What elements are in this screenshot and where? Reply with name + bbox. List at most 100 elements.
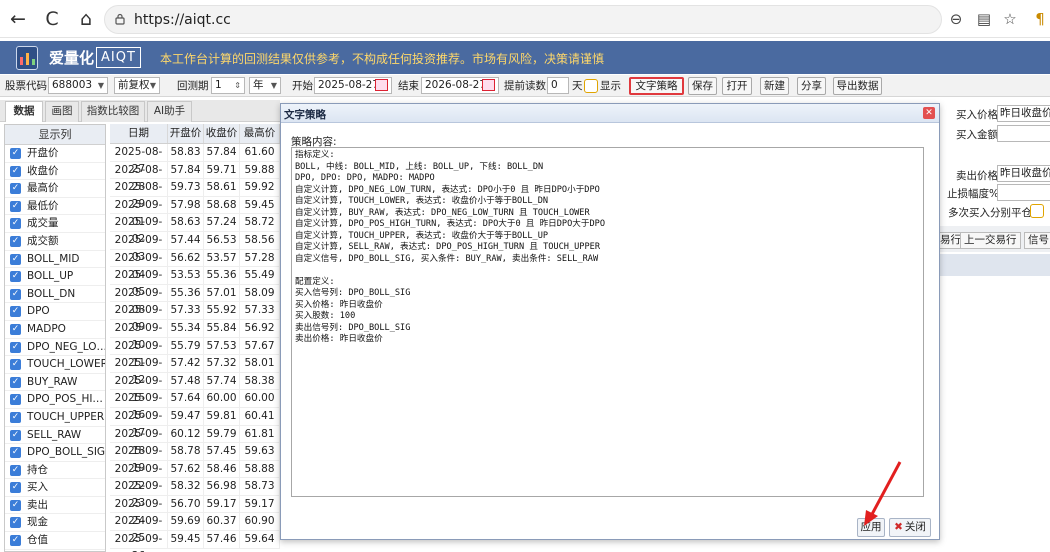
- column-header[interactable]: 收盘价: [204, 124, 240, 143]
- checkbox-checked-icon[interactable]: ✓: [10, 499, 21, 511]
- column-toggle-row[interactable]: ✓ DPO_NEG_LO…: [5, 339, 105, 357]
- preread-input[interactable]: 0: [547, 77, 569, 94]
- table-row[interactable]: 2025-09-24 56.70 59.17 59.17: [110, 495, 280, 527]
- checkbox-checked-icon[interactable]: ✓: [10, 376, 21, 388]
- checkbox-checked-icon[interactable]: ✓: [10, 394, 21, 406]
- prev-trade-button[interactable]: 上一交易行: [960, 232, 1021, 249]
- checkbox-checked-icon[interactable]: ✓: [10, 447, 21, 459]
- save-button[interactable]: 保存: [688, 77, 717, 95]
- table-row[interactable]: 2025-09-2659.4557.4659.64: [110, 531, 280, 552]
- zoom-icon[interactable]: ⊖: [946, 9, 966, 29]
- stock-code-select[interactable]: 688003 ▼: [48, 77, 108, 94]
- share-button[interactable]: 分享: [797, 77, 826, 95]
- checkbox-checked-icon[interactable]: ✓: [10, 464, 21, 476]
- column-header[interactable]: 日期: [110, 124, 168, 143]
- column-toggle-row[interactable]: ✓ 现金: [5, 514, 105, 533]
- signal-button[interactable]: 信号: [1024, 232, 1050, 249]
- multi-buy-checkbox[interactable]: [1030, 204, 1044, 218]
- column-toggle-row[interactable]: ✓ 买入: [5, 479, 105, 497]
- table-row[interactable]: 2025-09-23 58.32 56.98 58.73: [110, 478, 280, 509]
- buy-amount-input[interactable]: [997, 125, 1050, 142]
- period-stepper[interactable]: 1 ⇕: [211, 77, 245, 94]
- checkbox-checked-icon[interactable]: ✓: [10, 218, 21, 230]
- table-row[interactable]: 2025-09-25 59.69 60.37 60.90: [110, 513, 280, 544]
- column-toggle-row[interactable]: ✓ DPO_BOLL_SIG: [5, 444, 105, 462]
- column-toggle-row[interactable]: ✓ 持仓: [5, 462, 105, 480]
- close-icon[interactable]: ✕: [923, 107, 935, 119]
- column-toggle-row[interactable]: ✓ 成交额: [5, 233, 105, 251]
- checkbox-checked-icon[interactable]: ✓: [10, 183, 21, 195]
- checkbox-checked-icon[interactable]: ✓: [10, 165, 21, 177]
- checkbox-checked-icon[interactable]: ✓: [10, 429, 21, 441]
- text-strategy-button[interactable]: 文字策略: [629, 77, 684, 95]
- checkbox-checked-icon[interactable]: ✓: [10, 253, 21, 265]
- checkbox-checked-icon[interactable]: ✓: [10, 288, 21, 300]
- checkbox-checked-icon[interactable]: ✓: [10, 517, 21, 529]
- export-button[interactable]: 导出数据: [833, 77, 882, 95]
- checkbox-checked-icon[interactable]: ✓: [10, 271, 21, 283]
- home-icon[interactable]: ⌂: [74, 7, 98, 31]
- tab-chart[interactable]: 画图: [45, 101, 79, 122]
- table-row[interactable]: 2025-08-27 58.83 57.84 61.60: [110, 144, 280, 175]
- column-toggle-row[interactable]: ✓ DPO_POS_HI…: [5, 391, 105, 409]
- strategy-textarea[interactable]: 指标定义: BOLL, 中线: BOLL_MID, 上线: BOLL_UP, 下…: [291, 147, 924, 497]
- open-button[interactable]: 打开: [722, 77, 752, 95]
- checkbox-checked-icon[interactable]: ✓: [10, 359, 21, 371]
- show-checkbox[interactable]: [584, 79, 598, 93]
- extension-icon[interactable]: ¶: [1030, 9, 1050, 29]
- checkbox-checked-icon[interactable]: ✓: [10, 341, 21, 353]
- column-toggle-row[interactable]: ✓ TOUCH_UPPER: [5, 409, 105, 427]
- table-row[interactable]: 2025-09-17 59.47 59.81 60.41: [110, 407, 280, 439]
- column-toggle-row[interactable]: ✓ 最高价: [5, 180, 105, 198]
- column-toggle-row[interactable]: ✓ BUY_RAW: [5, 374, 105, 392]
- column-toggle-row[interactable]: ✓ DPO: [5, 303, 105, 321]
- table-row[interactable]: 2025-09-15 57.48 57.74 58.38: [110, 372, 280, 404]
- table-row[interactable]: 2025-09-12 57.42 57.32 58.01: [110, 355, 280, 386]
- column-toggle-row[interactable]: ✓ 开盘价: [5, 145, 105, 163]
- star-icon[interactable]: ☆: [1000, 9, 1020, 29]
- table-row[interactable]: 2025-09-19 58.78 57.45 59.63: [110, 443, 280, 474]
- reload-icon[interactable]: C: [40, 7, 64, 31]
- table-row[interactable]: 2025-08-28 57.84 59.71 59.88: [110, 161, 280, 193]
- checkbox-checked-icon[interactable]: ✓: [10, 235, 21, 247]
- table-row[interactable]: 2025-09-03 57.44 56.53 58.56: [110, 231, 280, 263]
- column-toggle-row[interactable]: ✓ 最低价: [5, 198, 105, 216]
- column-toggle-row[interactable]: ✓ TOUCH_LOWER: [5, 356, 105, 374]
- sell-price-select[interactable]: 昨日收盘价: [997, 165, 1050, 182]
- column-toggle-row[interactable]: ✓ BOLL_UP: [5, 268, 105, 286]
- column-toggle-row[interactable]: ✓ BOLL_DN: [5, 286, 105, 304]
- stop-loss-input[interactable]: [997, 184, 1050, 201]
- checkbox-checked-icon[interactable]: ✓: [10, 306, 21, 318]
- column-toggle-row[interactable]: ✓ SELL_RAW: [5, 427, 105, 445]
- adjust-select[interactable]: 前复权 ▼: [114, 77, 160, 94]
- table-row[interactable]: 2025-09-11 55.79 57.53 57.67: [110, 337, 280, 369]
- table-row[interactable]: 2025-08-29 59.73 58.61 59.92: [110, 179, 280, 210]
- column-toggle-row[interactable]: ✓ 卖出: [5, 497, 105, 515]
- buy-price-select[interactable]: 昨日收盘价: [997, 105, 1050, 122]
- column-header[interactable]: 开盘价: [168, 124, 204, 143]
- table-row[interactable]: 2025-09-04 56.62 53.57 57.28: [110, 249, 280, 281]
- calendar-icon[interactable]: [482, 79, 495, 91]
- calendar-icon[interactable]: [375, 79, 388, 91]
- tab-ai-assistant[interactable]: AI助手: [147, 101, 192, 122]
- table-row[interactable]: 2025-09-10 55.34 55.84 56.92: [110, 319, 280, 351]
- column-header[interactable]: 最高价: [240, 124, 280, 143]
- checkbox-checked-icon[interactable]: ✓: [10, 411, 21, 423]
- column-toggle-row[interactable]: ✓ 收盘价: [5, 163, 105, 181]
- table-row[interactable]: 2025-09-02 58.63 57.24 58.72: [110, 214, 280, 245]
- column-toggle-row[interactable]: ✓ 成交量: [5, 215, 105, 233]
- column-toggle-row[interactable]: ✓ BOLL_MID: [5, 251, 105, 269]
- table-row[interactable]: 2025-09-22 57.62 58.46 58.88: [110, 460, 280, 492]
- table-row[interactable]: 2025-09-09 57.33 55.92 57.33: [110, 302, 280, 333]
- table-row[interactable]: 2025-09-18 60.12 59.79 61.81: [110, 425, 280, 457]
- checkbox-checked-icon[interactable]: ✓: [10, 148, 21, 159]
- table-row[interactable]: 2025-09-01 57.98 58.68 59.45: [110, 196, 280, 228]
- column-toggle-row[interactable]: ✓ 仓值: [5, 532, 105, 550]
- table-row[interactable]: 2025-09-05 53.53 55.36 55.49: [110, 267, 280, 298]
- checkbox-checked-icon[interactable]: ✓: [10, 482, 21, 494]
- reader-icon[interactable]: ▤: [974, 9, 994, 29]
- column-toggle-row[interactable]: ✓ MADPO: [5, 321, 105, 339]
- checkbox-checked-icon[interactable]: ✓: [10, 535, 21, 547]
- table-row[interactable]: 2025-09-08 55.36 57.01 58.09: [110, 284, 280, 316]
- new-button[interactable]: 新建: [760, 77, 789, 95]
